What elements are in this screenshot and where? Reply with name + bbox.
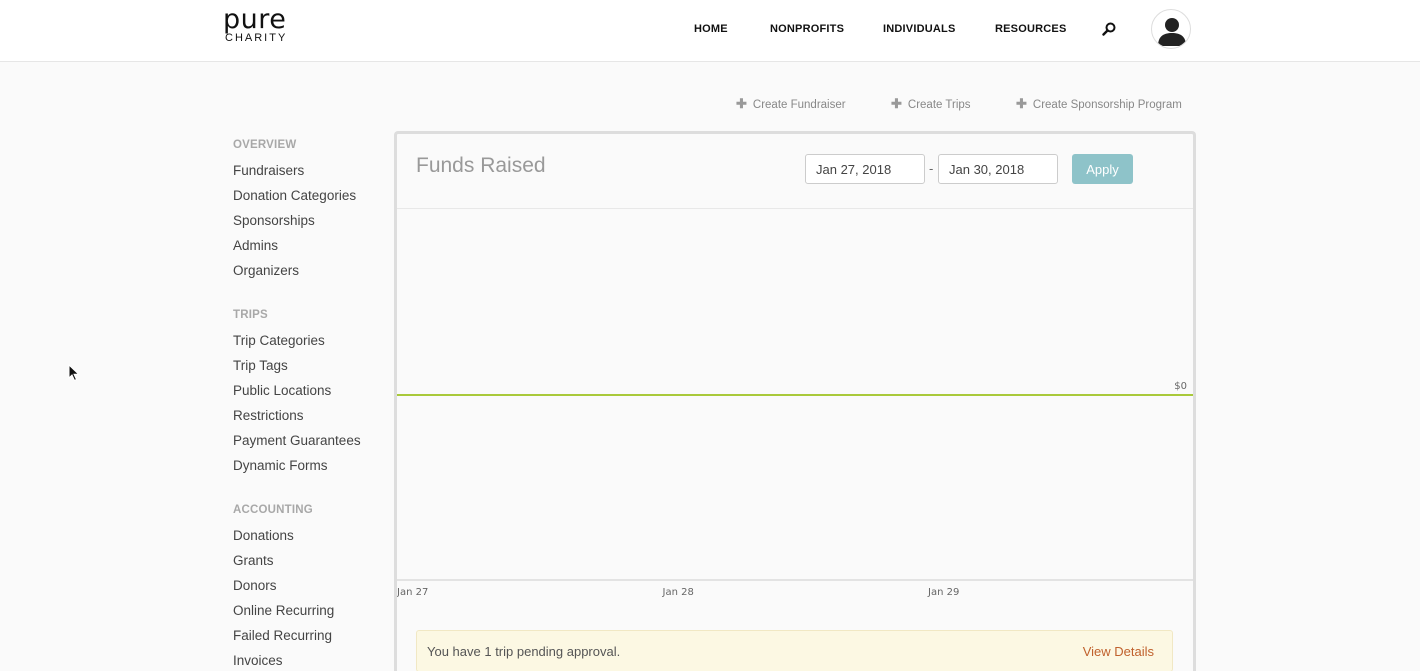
sidebar-item-trip-tags[interactable]: Trip Tags — [233, 358, 288, 373]
logo-text-bottom: CHARITY — [225, 32, 288, 44]
create-sponsorship-program-link[interactable]: ✚ Create Sponsorship Program — [1016, 96, 1182, 112]
sidebar-item-failed-recurring[interactable]: Failed Recurring — [233, 628, 332, 643]
pending-approval-notice: You have 1 trip pending approval. View D… — [416, 630, 1173, 671]
nav-individuals[interactable]: INDIVIDUALS — [883, 23, 955, 35]
x-tick-label: Jan 29 — [927, 587, 959, 598]
create-fundraiser-link[interactable]: ✚ Create Fundraiser — [736, 96, 846, 112]
logo-text-top: pure — [223, 4, 287, 35]
sidebar-item-donation-categories[interactable]: Donation Categories — [233, 188, 356, 203]
search-icon[interactable] — [1102, 22, 1116, 36]
sidebar-item-invoices[interactable]: Invoices — [233, 653, 283, 668]
sidebar-item-fundraisers[interactable]: Fundraisers — [233, 163, 304, 178]
apply-button[interactable]: Apply — [1072, 154, 1133, 184]
funds-raised-chart: $0 Jan 27 Jan 28 Jan 29 — [397, 381, 1193, 598]
create-trips-link[interactable]: ✚ Create Trips — [891, 96, 971, 112]
sidebar-item-donors[interactable]: Donors — [233, 578, 277, 593]
sidebar-item-grants[interactable]: Grants — [233, 553, 274, 568]
create-fundraiser-label: Create Fundraiser — [752, 99, 846, 111]
mouse-cursor-icon — [68, 364, 80, 382]
sidebar-item-public-locations[interactable]: Public Locations — [233, 383, 331, 398]
sidebar-heading-trips: TRIPS — [233, 309, 268, 321]
sidebar-item-organizers[interactable]: Organizers — [233, 263, 299, 278]
x-tick-label: Jan 28 — [662, 587, 694, 598]
panel-title: Funds Raised — [416, 154, 546, 177]
y-tick-label: $0 — [1174, 381, 1187, 392]
nav-resources[interactable]: RESOURCES — [995, 23, 1066, 35]
funds-raised-panel: Funds Raised - Apply $0 Jan 27 Jan 28 Jan 2… — [394, 131, 1196, 671]
view-details-link[interactable]: View Details — [1083, 644, 1154, 659]
nav-home[interactable]: HOME — [694, 23, 728, 35]
nav-nonprofits[interactable]: NONPROFITS — [770, 23, 844, 35]
sidebar-heading-accounting: ACCOUNTING — [233, 504, 313, 516]
sidebar-item-online-recurring[interactable]: Online Recurring — [233, 603, 334, 618]
notice-text: You have 1 trip pending approval. — [427, 644, 621, 659]
sidebar-item-payment-guarantees[interactable]: Payment Guarantees — [233, 433, 361, 448]
sidebar-item-sponsorships[interactable]: Sponsorships — [233, 213, 315, 228]
user-avatar[interactable] — [1151, 9, 1191, 49]
date-from-input[interactable] — [805, 154, 925, 184]
sidebar-item-donations[interactable]: Donations — [233, 528, 294, 543]
sidebar-item-dynamic-forms[interactable]: Dynamic Forms — [233, 458, 328, 473]
sidebar-item-restrictions[interactable]: Restrictions — [233, 408, 304, 423]
create-sponsorship-label: Create Sponsorship Program — [1032, 99, 1182, 111]
create-trips-label: Create Trips — [907, 99, 971, 111]
sidebar-item-trip-categories[interactable]: Trip Categories — [233, 333, 325, 348]
x-tick-label: Jan 27 — [397, 587, 428, 598]
plus-icon: ✚ — [736, 96, 747, 111]
top-navigation-bar: pure CHARITY HOME NONPROFITS INDIVIDUALS… — [0, 0, 1420, 62]
user-avatar-icon — [1158, 18, 1186, 46]
pure-charity-logo[interactable]: pure CHARITY — [223, 4, 288, 44]
date-to-input[interactable] — [938, 154, 1058, 184]
sidebar-item-admins[interactable]: Admins — [233, 238, 278, 253]
date-range-separator: - — [929, 161, 934, 176]
sidebar-heading-overview: OVERVIEW — [233, 139, 297, 151]
plus-icon: ✚ — [891, 96, 902, 111]
plus-icon: ✚ — [1016, 96, 1027, 111]
